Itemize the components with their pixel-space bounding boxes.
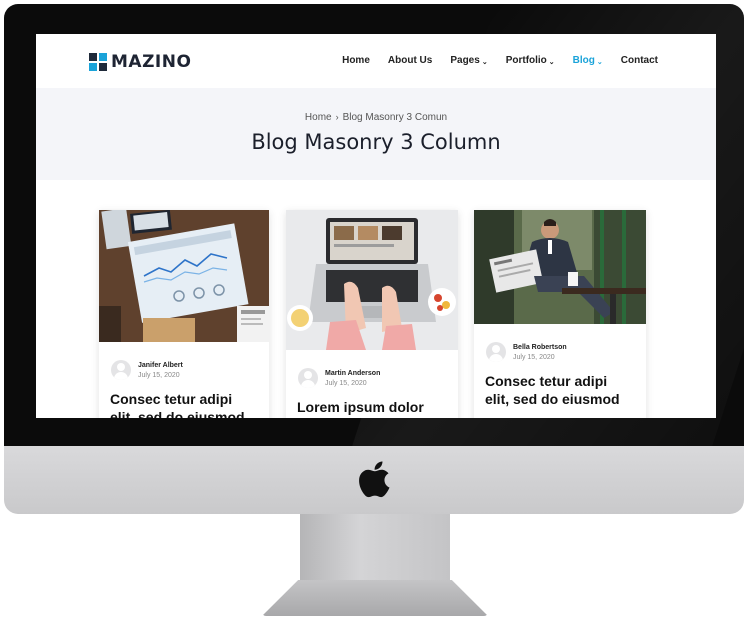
page-title: Blog Masonry 3 Column: [251, 130, 501, 154]
user-avatar-icon: [486, 342, 506, 362]
apple-logo-icon: [359, 461, 390, 498]
post-author[interactable]: Martin Anderson: [325, 370, 380, 377]
nav-item-home[interactable]: Home: [342, 55, 370, 66]
page-header: Home › Blog Masonry 3 Comun Blog Masonry…: [36, 88, 716, 180]
post-date: July 15, 2020: [138, 371, 180, 379]
chevron-down-icon: ⌄: [596, 58, 603, 66]
nav-item-about-us[interactable]: About Us: [388, 55, 432, 66]
post-meta: Janifer Albert July 15, 2020: [111, 360, 183, 380]
nav-item-contact[interactable]: Contact: [621, 55, 658, 66]
main-menu: Home About Us Pages ⌄ Portfolio ⌄ Blog ⌄ Co…: [342, 55, 658, 66]
breadcrumb: Home › Blog Masonry 3 Comun: [36, 112, 716, 123]
navbar: MAZINO Home About Us Pages ⌄ Portfolio ⌄ B…: [36, 34, 716, 88]
post-image-dashboard[interactable]: [99, 210, 269, 342]
logo-mark-icon: [89, 53, 107, 71]
breadcrumb-separator: ›: [335, 112, 339, 122]
logo-text: MAZINO: [111, 52, 192, 72]
breadcrumb-home-link[interactable]: Home: [305, 112, 332, 123]
post-image-laptop[interactable]: [286, 210, 458, 350]
blog-card[interactable]: Bella Robertson July 15, 2020 Consec tet…: [474, 210, 646, 418]
imac-foot: [262, 580, 488, 616]
post-meta: Bella Robertson July 15, 2020: [486, 342, 567, 362]
imac-stand: [300, 514, 450, 584]
nav-item-portfolio[interactable]: Portfolio ⌄: [506, 55, 555, 66]
post-title[interactable]: Consec tetur adipi elit, sed do eiusmod: [485, 372, 635, 408]
post-author[interactable]: Janifer Albert: [138, 362, 183, 369]
blog-card[interactable]: Martin Anderson July 15, 2020 Lorem ipsu…: [286, 210, 458, 418]
chevron-down-icon: ⌄: [548, 58, 555, 66]
post-title[interactable]: Consec tetur adipi elit, sed do eiusmod: [110, 390, 260, 418]
chevron-down-icon: ⌄: [481, 58, 488, 66]
post-date: July 15, 2020: [325, 379, 367, 387]
site-logo[interactable]: MAZINO: [89, 52, 191, 72]
post-meta: Martin Anderson July 15, 2020: [298, 368, 380, 388]
post-author[interactable]: Bella Robertson: [513, 344, 567, 351]
user-avatar-icon: [298, 368, 318, 388]
blog-card[interactable]: Janifer Albert July 15, 2020 Consec tetu…: [99, 210, 269, 418]
breadcrumb-current: Blog Masonry 3 Comun: [342, 112, 448, 123]
screen: MAZINO Home About Us Pages ⌄ Portfolio ⌄ B…: [36, 34, 716, 418]
post-date: July 15, 2020: [513, 353, 555, 361]
user-avatar-icon: [111, 360, 131, 380]
nav-item-blog[interactable]: Blog ⌄: [573, 55, 603, 66]
post-title[interactable]: Lorem ipsum dolor: [297, 398, 447, 416]
nav-item-pages[interactable]: Pages ⌄: [450, 55, 487, 66]
post-image-businessman[interactable]: [474, 210, 646, 324]
